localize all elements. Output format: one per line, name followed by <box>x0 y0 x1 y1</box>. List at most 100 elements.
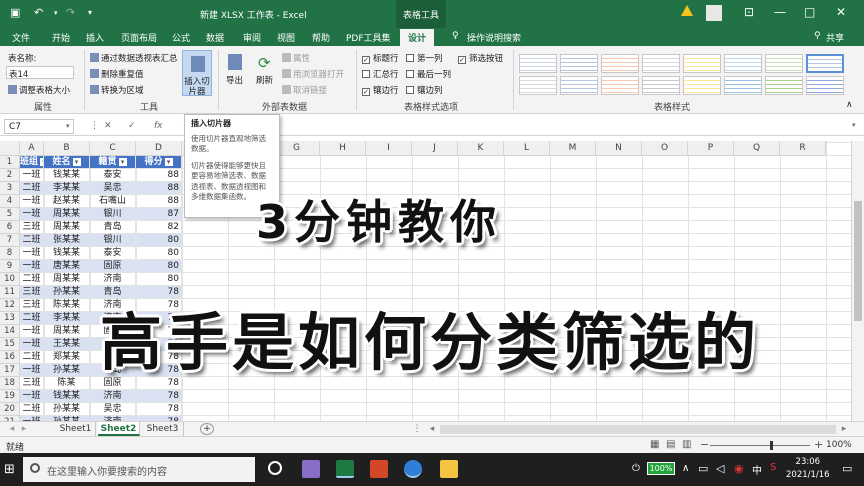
table-header-cell[interactable]: 班组▾ <box>20 156 44 169</box>
table-name-input[interactable]: 表14 <box>6 66 74 80</box>
sheet-tab[interactable]: Sheet1 <box>56 422 96 436</box>
tab-home[interactable]: 开始 <box>52 31 70 44</box>
table-cell[interactable]: 赵某某 <box>44 195 90 208</box>
table-cell[interactable]: 银川 <box>90 208 136 221</box>
table-style-swatch[interactable] <box>683 76 721 95</box>
tab-view[interactable]: 视图 <box>277 31 295 44</box>
scroll-right-icon[interactable]: ▸ <box>838 422 850 436</box>
row-header[interactable]: 12 <box>0 299 20 312</box>
page-layout-view-icon[interactable]: ▤ <box>666 439 675 450</box>
table-cell[interactable]: 泰安 <box>90 169 136 182</box>
cancel-icon[interactable]: ✕ <box>104 121 112 131</box>
table-cell[interactable]: 泰安 <box>90 247 136 260</box>
column-header[interactable]: N <box>596 141 642 156</box>
paint-app-icon[interactable] <box>302 460 320 478</box>
row-header[interactable]: 17 <box>0 364 20 377</box>
open-in-browser-button[interactable]: 用浏览器打开 <box>282 68 344 80</box>
insert-function-button[interactable]: fx <box>154 121 163 131</box>
table-cell[interactable]: 周某某 <box>44 221 90 234</box>
table-header-cell[interactable]: 姓名 ▾ <box>44 156 90 169</box>
table-style-swatch[interactable] <box>642 76 680 95</box>
tab-formulas[interactable]: 公式 <box>172 31 190 44</box>
name-box[interactable]: C7 <box>4 119 74 134</box>
table-cell[interactable]: 一班 <box>20 364 44 377</box>
table-style-swatch[interactable] <box>601 76 639 95</box>
tab-review[interactable]: 审阅 <box>243 31 261 44</box>
sheet-tab-active[interactable]: Sheet2 <box>98 422 140 436</box>
column-header[interactable]: B <box>44 141 90 156</box>
row-header[interactable]: 5 <box>0 208 20 221</box>
table-cell[interactable]: 80 <box>136 260 182 273</box>
column-header[interactable]: C <box>90 141 136 156</box>
table-cell[interactable]: 陈某 <box>44 377 90 390</box>
table-cell[interactable]: 二班 <box>20 234 44 247</box>
notifications-icon[interactable]: ▭ <box>842 462 852 475</box>
table-cell[interactable]: 三班 <box>20 299 44 312</box>
banded-rows-checkbox[interactable]: ✓ 镶边行 <box>362 84 399 96</box>
chevron-down-icon[interactable]: ▾ <box>66 122 70 130</box>
table-cell[interactable]: 张某某 <box>44 234 90 247</box>
row-header[interactable]: 3 <box>0 182 20 195</box>
antivirus-icon[interactable]: ◉ <box>734 462 744 475</box>
file-explorer-icon[interactable] <box>440 460 458 478</box>
table-style-swatch[interactable] <box>765 54 803 73</box>
column-header[interactable]: J <box>412 141 458 156</box>
select-all-corner[interactable] <box>0 141 20 156</box>
column-header[interactable]: I <box>366 141 412 156</box>
undo-icon[interactable]: ↶ <box>34 6 43 19</box>
tab-page-layout[interactable]: 页面布局 <box>121 31 157 44</box>
table-cell[interactable]: 青岛 <box>90 221 136 234</box>
row-header[interactable]: 19 <box>0 390 20 403</box>
row-header[interactable]: 9 <box>0 260 20 273</box>
row-header[interactable]: 4 <box>0 195 20 208</box>
filter-dropdown-icon[interactable]: ▾ <box>72 158 81 166</box>
row-header[interactable]: 16 <box>0 351 20 364</box>
warning-icon[interactable] <box>681 5 693 16</box>
table-cell[interactable]: 李某某 <box>44 312 90 325</box>
table-style-swatch[interactable] <box>724 76 762 95</box>
table-cell[interactable]: 陈某某 <box>44 299 90 312</box>
battery-indicator[interactable]: 100% <box>647 462 675 475</box>
presentation-app-icon[interactable] <box>370 460 388 478</box>
table-cell[interactable]: 一班 <box>20 169 44 182</box>
table-cell[interactable]: 二班 <box>20 351 44 364</box>
table-cell[interactable]: 80 <box>136 234 182 247</box>
enter-icon[interactable]: ✓ <box>128 121 136 131</box>
save-icon[interactable]: ▣ <box>10 6 20 19</box>
table-cell[interactable]: 钱某某 <box>44 247 90 260</box>
header-row-checkbox[interactable]: ✓ 标题行 <box>362 52 399 64</box>
first-column-checkbox[interactable]: 第一列 <box>406 52 443 64</box>
table-cell[interactable]: 78 <box>136 403 182 416</box>
row-header[interactable]: 14 <box>0 325 20 338</box>
tab-help[interactable]: 帮助 <box>312 31 330 44</box>
close-button[interactable]: ✕ <box>836 5 846 19</box>
table-cell[interactable]: 一班 <box>20 247 44 260</box>
column-header[interactable]: R <box>780 141 826 156</box>
insert-slicer-button[interactable]: 插入切片器 <box>182 50 212 97</box>
table-cell[interactable]: 88 <box>136 182 182 195</box>
table-cell[interactable]: 孙某某 <box>44 403 90 416</box>
table-style-swatch[interactable] <box>560 54 598 73</box>
banded-columns-checkbox[interactable]: 镶边列 <box>406 84 443 96</box>
column-header[interactable]: L <box>504 141 550 156</box>
table-cell[interactable]: 一班 <box>20 325 44 338</box>
system-clock[interactable]: 23:06 2021/1/16 <box>786 456 830 482</box>
row-header[interactable]: 10 <box>0 273 20 286</box>
share-button[interactable]: 共享 <box>826 31 844 44</box>
table-cell[interactable]: 王某某 <box>44 338 90 351</box>
table-cell[interactable]: 一班 <box>20 195 44 208</box>
pivot-summarize-button[interactable]: 通过数据透视表汇总 <box>90 52 178 64</box>
table-header-cell[interactable]: 籍贯 ▾ <box>90 156 136 169</box>
sogou-icon[interactable]: S <box>770 462 776 473</box>
column-header[interactable]: D <box>136 141 182 156</box>
column-header[interactable]: H <box>320 141 366 156</box>
table-cell[interactable]: 一班 <box>20 208 44 221</box>
zoom-out-button[interactable]: − <box>700 438 709 451</box>
maximize-button[interactable]: □ <box>804 5 815 19</box>
column-header[interactable]: K <box>458 141 504 156</box>
minimize-button[interactable]: — <box>774 5 786 19</box>
excel-app-icon[interactable] <box>336 460 354 478</box>
filter-button-checkbox[interactable]: ✓ 筛选按钮 <box>458 52 503 64</box>
ribbon-display-icon[interactable]: ⊡ <box>744 5 754 19</box>
table-style-swatch[interactable] <box>806 76 844 95</box>
